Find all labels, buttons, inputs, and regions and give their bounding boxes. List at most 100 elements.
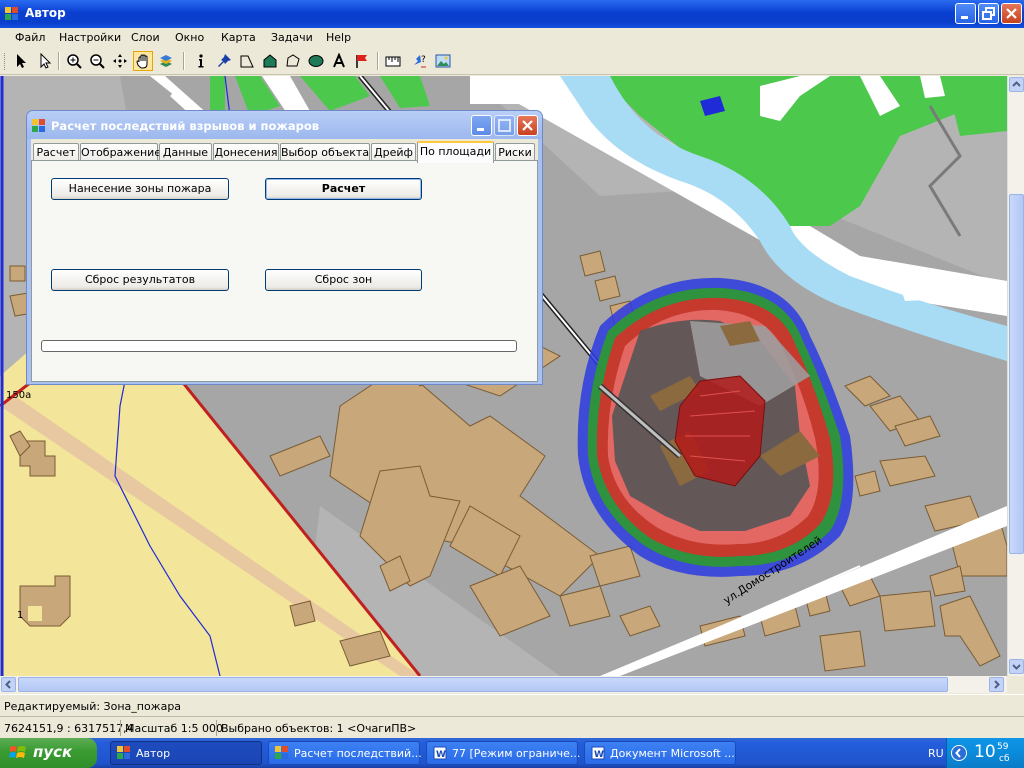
dialog-minimize-button[interactable]	[471, 115, 492, 136]
tool-flag[interactable]	[352, 51, 372, 71]
taskbar-item-avtor[interactable]: Автор	[110, 741, 262, 765]
minimize-button[interactable]	[955, 3, 976, 24]
scroll-right-button[interactable]	[989, 677, 1004, 692]
chevron-down-icon	[1012, 664, 1021, 670]
tool-layers[interactable]	[156, 51, 176, 71]
chevron-left-icon	[5, 680, 11, 689]
calculate-button[interactable]: Расчет	[265, 178, 422, 200]
clock-minute[interactable]: 59	[997, 742, 1008, 752]
house-number-label: 1	[17, 610, 24, 621]
minimize-icon	[961, 16, 968, 19]
scroll-up-button[interactable]	[1009, 77, 1024, 92]
app-icon	[275, 746, 288, 759]
calc-dialog: Расчет последствий взрывов и пожаров Рас…	[26, 110, 543, 385]
window-title: Автор	[25, 6, 66, 20]
tool-hand[interactable]	[133, 51, 153, 71]
tool-ellipse[interactable]	[306, 51, 326, 71]
tool-line[interactable]	[237, 51, 257, 71]
ellipse-icon	[308, 55, 324, 67]
word-document-icon: W	[433, 746, 447, 760]
chevron-left-icon	[955, 748, 961, 758]
select-area-icon	[40, 53, 52, 69]
layers-icon	[160, 55, 172, 67]
menu-help[interactable]: Help	[326, 31, 351, 44]
tool-text[interactable]	[329, 51, 349, 71]
tool-polygon[interactable]	[260, 51, 280, 71]
tool-measure[interactable]	[383, 51, 403, 71]
menu-file[interactable]: Файл	[15, 31, 45, 44]
tool-select-area[interactable]	[35, 51, 55, 71]
scroll-left-button[interactable]	[1, 677, 16, 692]
taskbar-item-label: 77 [Режим ограниче...	[452, 747, 581, 760]
vertical-scroll-thumb[interactable]	[1009, 194, 1024, 554]
tab-by-area[interactable]: По площади	[417, 141, 494, 163]
zoom-out-icon	[90, 54, 105, 69]
tool-polyline[interactable]	[283, 51, 303, 71]
reset-zones-button[interactable]: Сброс зон	[265, 269, 422, 291]
dialog-close-button[interactable]	[517, 115, 538, 136]
menu-window[interactable]: Окно	[175, 31, 204, 44]
clock-day[interactable]: сб	[999, 754, 1010, 764]
close-icon	[522, 120, 533, 131]
start-button[interactable]: пуск	[0, 738, 97, 768]
tool-zoom-in[interactable]	[64, 51, 84, 71]
menu-map[interactable]: Карта	[221, 31, 256, 44]
tool-pin[interactable]	[214, 51, 234, 71]
dialog-titlebar[interactable]: Расчет последствий взрывов и пожаров	[27, 111, 542, 139]
taskbar-item-word-77[interactable]: W 77 [Режим ограниче...	[426, 741, 581, 765]
query-icon: ?	[414, 55, 426, 68]
toolbar-grip[interactable]	[4, 53, 7, 70]
tool-query[interactable]: ?	[410, 51, 430, 71]
system-tray: 10 59 сб	[946, 738, 1024, 768]
toolbar-separator	[183, 52, 184, 70]
status-bar: 7624151,9 : 6317517,4 Масштаб 1:5 000 Вы…	[0, 716, 1024, 738]
main-window-titlebar: Автор	[0, 0, 1024, 28]
language-indicator[interactable]: RU	[928, 747, 944, 760]
word-document-icon: W	[591, 746, 605, 760]
tool-select-arrow[interactable]	[11, 51, 31, 71]
restore-button[interactable]	[978, 3, 999, 24]
tool-image[interactable]	[433, 51, 453, 71]
house-number-label: 150а	[6, 390, 32, 401]
app-icon	[32, 119, 45, 132]
dialog-tabs: Расчет Отображение Данные Донесения Выбо…	[31, 141, 538, 163]
svg-text:W: W	[594, 750, 604, 760]
windows-logo-icon	[9, 746, 26, 758]
horizontal-scroll-thumb[interactable]	[18, 677, 948, 692]
taskbar-item-label: Расчет последствий...	[294, 747, 422, 760]
tool-pan[interactable]	[110, 51, 130, 71]
tray-chevron-icon[interactable]	[951, 745, 967, 761]
taskbar-item-label: Документ Microsoft ...	[610, 747, 735, 760]
menu-layers[interactable]: Слои	[131, 31, 160, 44]
tool-zoom-out[interactable]	[87, 51, 107, 71]
horizontal-scrollbar[interactable]	[0, 676, 1007, 693]
status-divider	[120, 720, 121, 736]
selected-objects-readout: Выбрано объектов: 1 <ОчагиПВ>	[221, 722, 417, 735]
coordinates-readout: 7624151,9 : 6317517,4	[4, 722, 134, 735]
scroll-down-button[interactable]	[1009, 659, 1024, 674]
fire-zone-button[interactable]: Нанесение зоны пожара	[51, 178, 229, 200]
editing-layer-status: Редактируемый: Зона_пожара	[4, 700, 182, 713]
svg-text:?: ?	[421, 55, 426, 65]
close-button[interactable]	[1001, 3, 1022, 24]
line-icon	[240, 55, 254, 68]
pin-icon	[218, 54, 231, 67]
menu-bar: Файл Настройки Слои Окно Карта Задачи He…	[0, 28, 1024, 48]
progress-bar	[41, 340, 517, 352]
dialog-maximize-button[interactable]	[494, 115, 515, 136]
reset-results-button[interactable]: Сброс результатов	[51, 269, 229, 291]
status-divider	[216, 720, 217, 736]
vertical-scrollbar[interactable]	[1007, 76, 1024, 676]
app-icon	[5, 7, 18, 20]
restore-icon	[982, 7, 995, 20]
menu-settings[interactable]: Настройки	[59, 31, 121, 44]
clock-hour[interactable]: 10	[974, 742, 996, 762]
scale-readout: Масштаб 1:5 000	[125, 722, 223, 735]
menu-tasks[interactable]: Задачи	[271, 31, 313, 44]
start-label: пуск	[33, 743, 73, 761]
tool-info[interactable]	[191, 51, 211, 71]
taskbar-item-calc[interactable]: Расчет последствий...	[268, 741, 422, 765]
taskbar-item-word-doc[interactable]: W Документ Microsoft ...	[584, 741, 736, 765]
edit-status-bar: Редактируемый: Зона_пожара	[0, 694, 1024, 716]
toolbar: ?	[0, 48, 1024, 75]
